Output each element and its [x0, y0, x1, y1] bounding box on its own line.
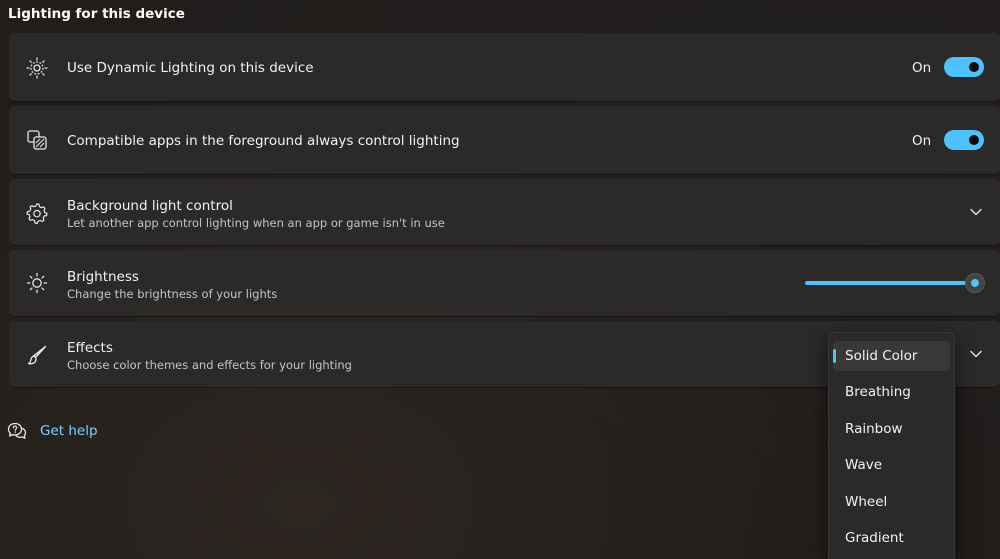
option-label: Wheel — [845, 494, 888, 510]
dynamic-lighting-icon — [26, 57, 48, 79]
option-label: Wave — [845, 457, 883, 473]
effects-subtitle: Choose color themes and effects for your… — [67, 358, 352, 372]
app-layers-icon — [26, 129, 48, 151]
dynamic-lighting-toggle[interactable] — [944, 57, 984, 77]
chevron-down-icon[interactable] — [969, 205, 983, 219]
effects-dropdown: Solid Color Breathing Rainbow Wave Wheel… — [828, 332, 955, 559]
foreground-apps-title: Compatible apps in the foreground always… — [67, 133, 460, 149]
dynamic-lighting-state: On — [912, 60, 932, 76]
slider-thumb-inner — [971, 279, 979, 287]
dropdown-option-breathing[interactable]: Breathing — [833, 377, 950, 407]
toggle-knob — [969, 62, 979, 72]
option-label: Solid Color — [845, 348, 918, 364]
option-label: Rainbow — [845, 421, 903, 437]
option-label: Breathing — [845, 384, 911, 400]
brightness-subtitle: Change the brightness of your lights — [67, 287, 278, 301]
brightness-slider-track[interactable] — [805, 281, 975, 285]
dropdown-option-wave[interactable]: Wave — [833, 450, 950, 480]
background-control-title: Background light control — [67, 198, 233, 214]
brush-icon — [26, 344, 48, 366]
chevron-down-icon[interactable] — [969, 347, 983, 361]
background-control-subtitle: Let another app control lighting when an… — [67, 216, 445, 230]
get-help-link[interactable]: Get help — [40, 423, 98, 439]
dropdown-option-gradient[interactable]: Gradient — [833, 523, 950, 553]
option-label: Gradient — [845, 530, 904, 546]
foreground-apps-card: Compatible apps in the foreground always… — [9, 106, 1000, 174]
help-chat-icon — [7, 421, 27, 441]
effects-title: Effects — [67, 340, 113, 356]
brightness-slider-thumb[interactable] — [965, 273, 985, 293]
dynamic-lighting-card: Use Dynamic Lighting on this device On — [9, 33, 1000, 101]
dropdown-option-rainbow[interactable]: Rainbow — [833, 414, 950, 444]
dropdown-option-wheel[interactable]: Wheel — [833, 487, 950, 517]
section-title: Lighting for this device — [8, 6, 185, 22]
foreground-apps-state: On — [912, 133, 932, 149]
dynamic-lighting-title: Use Dynamic Lighting on this device — [67, 60, 314, 76]
brightness-title: Brightness — [67, 269, 139, 285]
selected-indicator — [833, 349, 836, 363]
gear-icon — [26, 202, 48, 224]
toggle-knob — [969, 135, 979, 145]
dropdown-option-solid-color[interactable]: Solid Color — [833, 341, 950, 371]
foreground-apps-toggle[interactable] — [944, 130, 984, 150]
background-control-card[interactable]: Background light control Let another app… — [9, 179, 1000, 245]
sun-icon — [26, 272, 48, 294]
